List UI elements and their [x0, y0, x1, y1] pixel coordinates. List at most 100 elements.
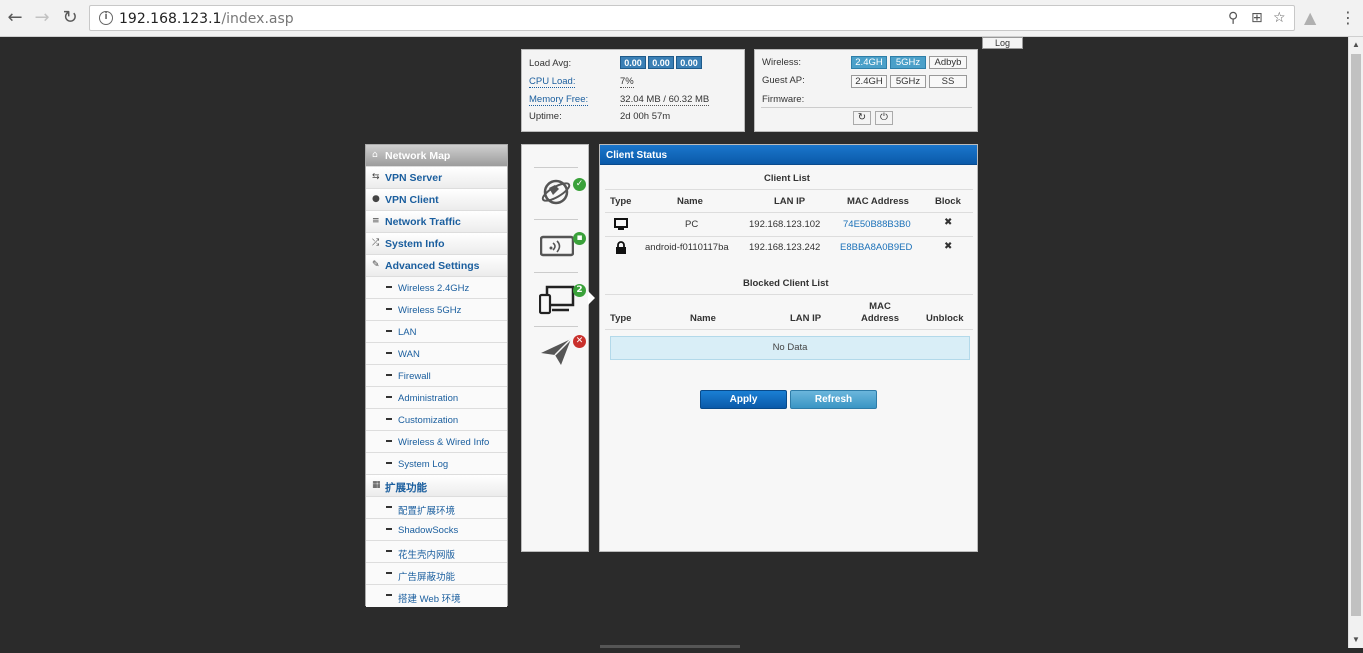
blocked-col-unblock: Unblock [926, 313, 964, 324]
dash-icon [386, 462, 392, 464]
cpu-load-link[interactable]: CPU Load: [529, 76, 576, 88]
dash-icon [386, 396, 392, 398]
vpn-server-icon: ⇆ [372, 172, 380, 182]
dash-icon [386, 308, 392, 310]
col-type: Type [610, 196, 632, 207]
guest-24ghz-button[interactable]: 2.4GH [851, 75, 887, 88]
page-scrollbar[interactable]: ▲ ▼ [1348, 37, 1363, 648]
grid-icon: ▦ [372, 480, 381, 490]
dash-icon [386, 594, 392, 596]
load-avg-15: 0.00 [676, 56, 702, 69]
client-ip: 192.168.123.242 [749, 242, 821, 253]
no-data-row: No Data [610, 336, 970, 360]
lock-badge-icon: ▪ [573, 232, 586, 245]
sidebar-menu: ⌂ Network Map ⇆ VPN Server ● VPN Client … [365, 144, 508, 607]
internet-globe-icon[interactable] [539, 175, 573, 212]
paper-plane-icon[interactable] [539, 337, 573, 370]
dash-icon [386, 440, 392, 442]
dash-icon [386, 418, 392, 420]
client-mac[interactable]: E8BBA8A0B9ED [840, 242, 912, 253]
dash-icon [386, 550, 392, 552]
dash-icon [386, 528, 392, 530]
menu-ext-shadowsocks[interactable]: ShadowSocks [366, 519, 507, 541]
dash-icon [386, 374, 392, 376]
reload-icon[interactable]: ↻ [60, 8, 80, 28]
menu-extensions[interactable]: ▦ 扩展功能 [366, 475, 507, 497]
col-lan-ip: LAN IP [774, 196, 806, 207]
client-status-header: Client Status [600, 145, 977, 165]
shadowsocks-button[interactable]: SS [929, 75, 967, 88]
client-ip: 192.168.123.102 [749, 219, 821, 230]
globe-icon: ● [372, 194, 380, 204]
guest-ap-label: Guest AP: [762, 75, 805, 86]
translate-icon[interactable]: ⊞ [1251, 10, 1263, 26]
menu-customization[interactable]: Customization [366, 409, 507, 431]
menu-network-map[interactable]: ⌂ Network Map [366, 145, 507, 167]
check-badge-icon: ✓ [573, 178, 586, 191]
menu-network-traffic[interactable]: ≡ Network Traffic [366, 211, 507, 233]
desktop-icon [614, 218, 628, 234]
apply-button[interactable]: Apply [700, 390, 787, 409]
separator [534, 167, 578, 168]
menu-wireless-5[interactable]: Wireless 5GHz [366, 299, 507, 321]
refresh-icon[interactable]: ↻ [853, 111, 871, 125]
menu-ext-peanut[interactable]: 花生壳内网版 [366, 541, 507, 563]
blocked-col-type: Type [610, 313, 632, 324]
drive-icon[interactable]: ▲ [1304, 8, 1316, 27]
menu-system-log[interactable]: System Log [366, 453, 507, 475]
scroll-down-icon[interactable]: ▼ [1352, 635, 1360, 644]
menu-dots-icon[interactable]: ⋮ [1340, 8, 1356, 27]
menu-wireless-24[interactable]: Wireless 2.4GHz [366, 277, 507, 299]
log-button[interactable]: Log [982, 37, 1023, 49]
firmware-label: Firmware: [762, 94, 805, 105]
star-icon[interactable]: ☆ [1273, 10, 1286, 26]
scroll-thumb[interactable] [1351, 54, 1361, 616]
menu-advanced-settings[interactable]: ✎ Advanced Settings [366, 255, 507, 277]
wireless-24ghz-button[interactable]: 2.4GH [851, 56, 887, 69]
error-badge-icon: ✕ [573, 335, 586, 348]
menu-vpn-server[interactable]: ⇆ VPN Server [366, 167, 507, 189]
adbyby-button[interactable]: Adbyb [929, 56, 967, 69]
memory-free-link[interactable]: Memory Free: [529, 94, 589, 106]
block-button[interactable]: ✖ [944, 217, 952, 228]
dash-icon [386, 352, 392, 354]
clients-devices-icon[interactable] [538, 285, 575, 318]
wrench-icon: ✎ [372, 260, 380, 270]
menu-firewall[interactable]: Firewall [366, 365, 507, 387]
load-avg-label: Load Avg: [529, 58, 572, 69]
divider [605, 212, 973, 213]
client-mac[interactable]: 74E50B88B3B0 [843, 219, 911, 230]
guest-5ghz-button[interactable]: 5GHz [890, 75, 926, 88]
menu-vpn-client[interactable]: ● VPN Client [366, 189, 507, 211]
divider [605, 294, 973, 295]
scroll-up-icon[interactable]: ▲ [1352, 40, 1360, 49]
menu-lan[interactable]: LAN [366, 321, 507, 343]
menu-administration[interactable]: Administration [366, 387, 507, 409]
memory-free-value: 32.04 MB / 60.32 MB [620, 94, 710, 106]
info-icon[interactable]: i [99, 11, 113, 25]
wireless-5ghz-button[interactable]: 5GHz [890, 56, 926, 69]
url-text[interactable]: 192.168.123.1/index.asp [119, 11, 294, 27]
load-avg-1: 0.00 [620, 56, 646, 69]
client-list-title: Client List [764, 173, 810, 184]
network-map-column: ✓ ▪ 2 ✕ [521, 144, 595, 552]
dash-icon [386, 506, 392, 508]
col-block: Block [935, 196, 961, 207]
address-bar[interactable]: i 192.168.123.1/index.asp ⚲ ⊞ ☆ [89, 5, 1295, 31]
menu-ext-web[interactable]: 搭建 Web 环境 [366, 585, 507, 607]
divider [605, 329, 973, 330]
uptime-label: Uptime: [529, 111, 562, 122]
menu-ext-config[interactable]: 配置扩展环境 [366, 497, 507, 519]
forward-arrow-icon[interactable]: → [32, 8, 52, 28]
refresh-button[interactable]: Refresh [790, 390, 877, 409]
power-icon[interactable]: ⏻ [875, 111, 893, 125]
menu-wan[interactable]: WAN [366, 343, 507, 365]
menu-system-info[interactable]: ⤮ System Info [366, 233, 507, 255]
zoom-icon[interactable]: ⚲ [1228, 10, 1238, 26]
divider [605, 236, 973, 237]
router-wifi-icon[interactable] [539, 234, 575, 261]
menu-ext-adblock[interactable]: 广告屏蔽功能 [366, 563, 507, 585]
block-button[interactable]: ✖ [944, 241, 952, 252]
menu-wireless-wired-info[interactable]: Wireless & Wired Info [366, 431, 507, 453]
back-arrow-icon[interactable]: ← [5, 8, 25, 28]
